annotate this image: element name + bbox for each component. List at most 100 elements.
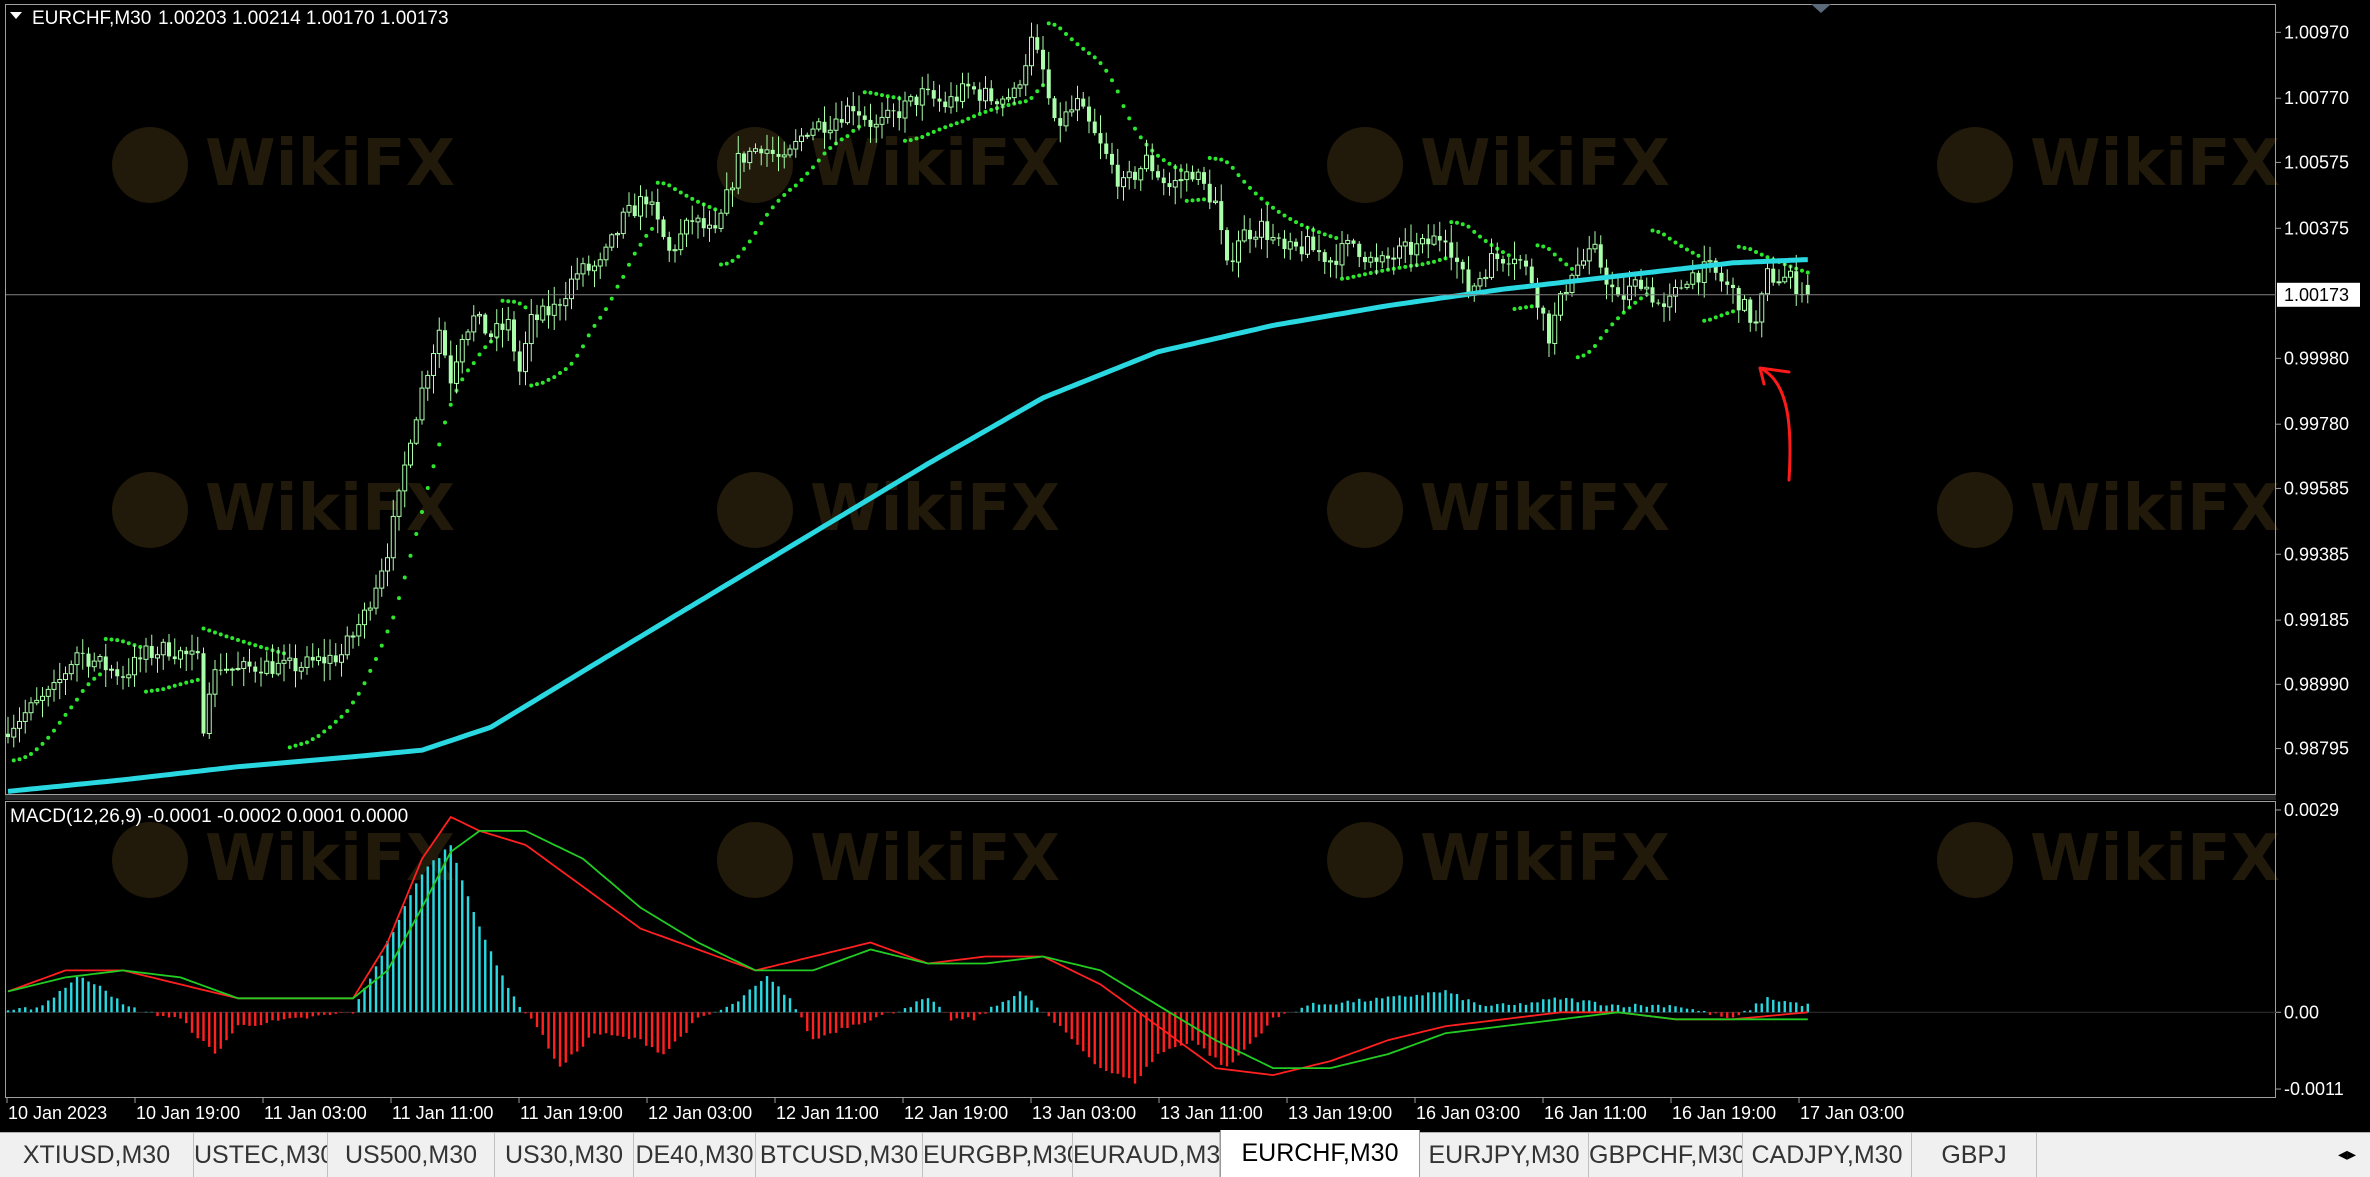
candle-body-bull <box>1241 229 1247 242</box>
candle-body-bull <box>1512 258 1517 265</box>
candle-body-bull <box>471 315 477 333</box>
tab-ustec-m30[interactable]: USTEC,M30 <box>194 1133 328 1177</box>
sar-dot <box>776 198 781 203</box>
tab-eurchf-m30[interactable]: EURCHF,M30 <box>1220 1130 1420 1177</box>
sar-dot <box>684 193 689 198</box>
sar-dot <box>598 315 603 320</box>
candle-body-bear <box>972 86 976 90</box>
sar-dot <box>1598 336 1603 341</box>
sar-dot <box>115 638 120 643</box>
candle-body-bull <box>1558 293 1563 316</box>
watermark-logo-icon <box>112 472 188 548</box>
sar-dot <box>638 242 643 247</box>
sar-dot <box>604 307 608 312</box>
candle-body-bear <box>759 148 764 154</box>
tab-xtiusd-m30[interactable]: XTIUSD,M30 <box>0 1133 194 1177</box>
tab-eurjpy-m30[interactable]: EURJPY,M30 <box>1420 1133 1589 1177</box>
sar-dot <box>1196 197 1201 202</box>
candle-body-bear <box>253 666 258 672</box>
candle-body-bear <box>546 306 551 316</box>
sar-dot <box>540 380 545 385</box>
candle-body-bear <box>1426 238 1431 245</box>
candle-body-bull <box>1213 200 1218 203</box>
candle-body-bear <box>632 205 637 217</box>
sar-dot <box>1604 328 1609 333</box>
sar-dot <box>1708 317 1712 322</box>
tab-cadjpy-m30[interactable]: CADJPY,M30 <box>1743 1133 1912 1177</box>
sar-dot <box>1046 21 1051 26</box>
candle-body-bull <box>799 135 804 142</box>
tab-us30-m30[interactable]: US30,M30 <box>495 1133 634 1177</box>
candle-body-bear <box>1225 230 1229 261</box>
sar-dot <box>983 109 988 114</box>
sar-dot <box>765 212 769 217</box>
candle-body-bull <box>436 329 442 355</box>
sar-dot <box>661 181 666 186</box>
price-axis-label: 0.99385 <box>2284 544 2349 564</box>
sar-dot <box>1483 238 1488 243</box>
candle-body-bull <box>753 148 758 152</box>
sar-dot <box>1368 271 1373 276</box>
time-axis-label: 16 Jan 19:00 <box>1672 1103 1776 1123</box>
sar-dot <box>1725 311 1730 316</box>
chart-window[interactable]: WikiFX WikiFX WikiFX WikiFX WikiFX WikiFX Wiki… <box>0 0 2370 1177</box>
sar-dot <box>1121 104 1126 109</box>
candle-body-bear <box>1518 259 1523 261</box>
sar-dot <box>397 596 401 601</box>
candle-body-bear <box>1541 307 1546 314</box>
candle-body-bear <box>1282 238 1287 250</box>
sar-dot <box>880 93 884 98</box>
sar-dot <box>218 632 223 637</box>
sar-dot <box>437 442 442 447</box>
symbol-label: EURCHF,M30 <box>32 8 151 29</box>
sar-dot <box>448 402 453 407</box>
price-axis-label: 0.99780 <box>2284 414 2349 434</box>
shift-marker-triangle-icon[interactable] <box>1811 4 1831 13</box>
sar-dot <box>391 615 396 620</box>
candle-body-bull <box>1259 220 1264 238</box>
sar-dot <box>931 129 936 134</box>
tab-gbpj[interactable]: GBPJ <box>1912 1133 2037 1177</box>
sar-dot <box>121 639 125 644</box>
candle-body-bear <box>851 106 856 112</box>
tab-gbpchf-m30[interactable]: GBPCHF,M30 <box>1589 1133 1743 1177</box>
tab-de40-m30[interactable]: DE40,M30 <box>634 1133 756 1177</box>
sar-dot <box>1081 46 1086 51</box>
candle-body-bear <box>989 88 994 102</box>
sar-dot <box>926 132 930 137</box>
candle-body-bear <box>517 351 522 372</box>
candle-body-bull <box>143 645 149 660</box>
scroll-left-icon[interactable]: ◂ <box>2338 1144 2347 1165</box>
tab-btcusd-m30[interactable]: BTCUSD,M30 <box>756 1133 923 1177</box>
scroll-right-icon[interactable]: ▸ <box>2347 1144 2356 1165</box>
pane-separator[interactable] <box>5 795 2276 800</box>
candle-body-bull <box>1742 298 1747 311</box>
watermark-logo-icon <box>1327 472 1403 548</box>
tab-euraud-m30[interactable]: EURAUD,M30 <box>1073 1133 1220 1177</box>
candle-body-bear <box>1058 118 1063 126</box>
sar-dot <box>1294 220 1298 225</box>
candle-body-bull <box>735 152 741 189</box>
sar-dot <box>1058 26 1063 31</box>
sar-dot <box>1403 264 1408 269</box>
tab-us500-m30[interactable]: US500,M30 <box>328 1133 495 1177</box>
candle-body-bear <box>1150 155 1155 172</box>
candle-body-bear <box>1098 133 1103 144</box>
sar-dot <box>1535 243 1540 248</box>
sar-dot <box>1288 216 1293 221</box>
candle-body-bull <box>68 664 74 675</box>
candle-body-bear <box>115 669 120 677</box>
candle-body-bull <box>1029 36 1034 67</box>
price-axis-label: 1.00970 <box>2284 22 2349 42</box>
sar-dot <box>615 284 620 289</box>
sar-dot <box>86 682 91 687</box>
candle-body-bull <box>615 233 620 236</box>
tab-scroll-arrows[interactable]: ◂▸ <box>2324 1133 2370 1177</box>
sar-dot <box>1006 103 1011 108</box>
tab-eurgbp-m30[interactable]: EURGBP,M30 <box>923 1133 1073 1177</box>
sar-dot <box>287 745 292 750</box>
time-axis-label: 13 Jan 03:00 <box>1032 1103 1136 1123</box>
sar-dot <box>1156 153 1160 158</box>
chart-menu-triangle-icon[interactable] <box>10 12 22 19</box>
sar-dot <box>1662 232 1666 237</box>
